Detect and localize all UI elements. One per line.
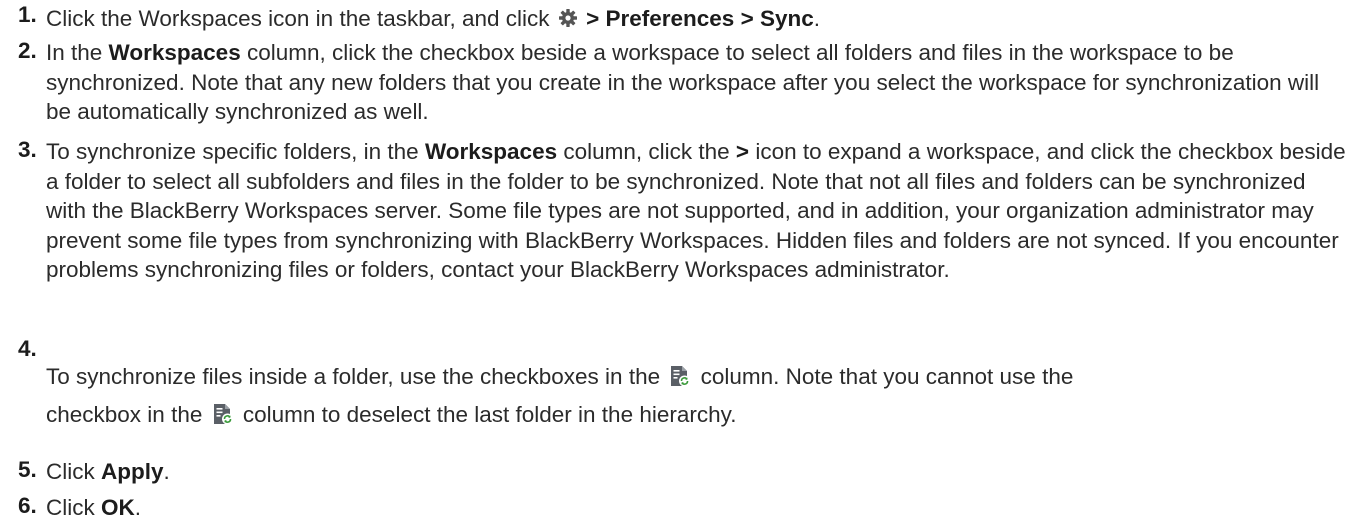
sync-file-icon <box>211 402 235 426</box>
step-text-part: . <box>163 459 170 484</box>
step-text-part: column, click the <box>557 139 736 164</box>
column-name: Workspaces <box>424 139 558 164</box>
step-text-part: column. Note that you cannot use the <box>694 364 1074 389</box>
step-text-part: . <box>813 6 821 31</box>
button-name: Apply <box>101 459 164 484</box>
step-number: 2. <box>18 38 37 63</box>
step-text-part: checkbox in the <box>46 402 209 427</box>
step-text-part: . <box>134 495 142 520</box>
step-line: checkbox in the column to deselect the l… <box>46 398 1346 432</box>
step-text-part: Click the Workspaces icon in the taskbar… <box>46 6 550 31</box>
step-number: 5. <box>18 457 37 482</box>
step-text: Click OK. <box>46 493 1346 523</box>
step-text-part: Click <box>46 495 101 520</box>
step-number: 1. <box>18 2 37 27</box>
step-text: To synchronize specific folders, in the … <box>46 137 1346 285</box>
step-text-part: To synchronize specific folders, in the <box>46 139 425 164</box>
button-name: OK <box>101 495 135 520</box>
step-number: 6. <box>18 493 37 518</box>
step-text-part: Click <box>46 459 101 484</box>
step-line: To synchronize files inside a folder, us… <box>46 360 1346 394</box>
step-text-part: In the <box>46 40 109 65</box>
menu-path: > Preferences > Sync <box>586 6 814 31</box>
gear-icon <box>558 6 578 27</box>
sync-file-icon <box>668 364 692 388</box>
step-number: 3. <box>18 137 37 162</box>
column-name: Workspaces <box>108 40 241 65</box>
step-text: To synchronize files inside a folder, us… <box>46 360 1346 432</box>
step-text: Click Apply. <box>46 457 1346 487</box>
step-text: In the Workspaces column, click the chec… <box>46 38 1346 127</box>
step-text: Click the Workspaces icon in the taskbar… <box>46 4 1346 34</box>
step-text-part: column to deselect the last folder in th… <box>236 402 737 427</box>
step-text-part: To synchronize files inside a folder, us… <box>46 364 667 389</box>
step-number: 4. <box>18 336 37 361</box>
instruction-steps: 1. Click the Workspaces icon in the task… <box>0 0 1364 529</box>
expand-symbol: > <box>735 139 750 164</box>
